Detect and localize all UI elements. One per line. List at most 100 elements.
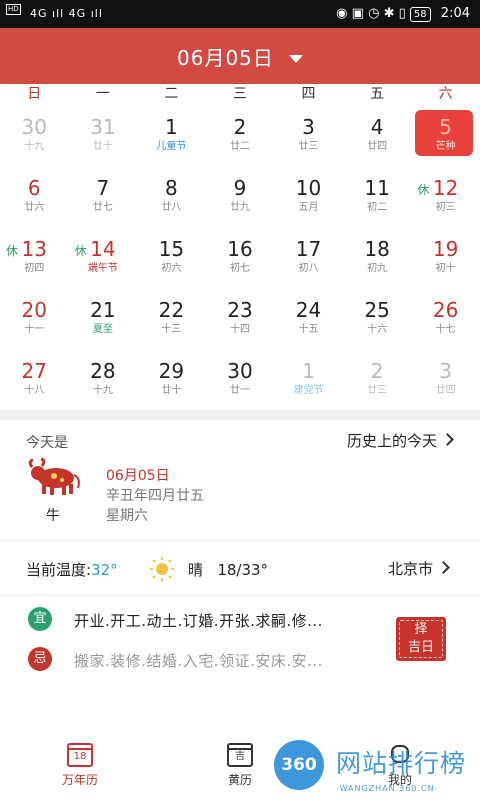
alarm-icon: ◷ bbox=[368, 6, 380, 21]
tab-calendar[interactable]: 18 万年历 bbox=[40, 743, 120, 788]
day-number: 25 bbox=[364, 298, 390, 322]
lunar-date: 初六 bbox=[161, 263, 182, 274]
weekday-label: 二 bbox=[164, 86, 179, 102]
history-today-label[interactable]: 历史上的今天 bbox=[347, 432, 437, 450]
day-number: 9 bbox=[233, 176, 247, 200]
calendar-day-cell[interactable]: 28 十九 bbox=[69, 352, 138, 413]
day-number: 1 bbox=[302, 359, 315, 383]
ji-text[interactable]: 搬家.装修.结婚.入宅.领证.安床.安... bbox=[74, 650, 323, 671]
calendar-day-cell[interactable]: 18 初九 bbox=[343, 230, 412, 291]
calendar-day-cell[interactable]: 31 廿十 bbox=[69, 108, 138, 169]
calendar-week-row: 休 13 初四休 14 端午节 15 初六 16 初七 17 初八 18 初九 19 初十 bbox=[0, 230, 480, 291]
holiday-rest-badge: 休 bbox=[74, 244, 87, 258]
calendar-day-cell[interactable]: 25 十六 bbox=[343, 291, 412, 352]
day-number: 1 bbox=[165, 115, 178, 139]
tab-almanac[interactable]: 吉 黄历 bbox=[200, 743, 280, 788]
calendar-day-cell[interactable]: 休 12 初三 bbox=[411, 169, 480, 230]
day-number: 30 bbox=[227, 359, 253, 383]
calendar-day-cell[interactable]: 3 廿三 bbox=[274, 108, 343, 169]
chevron-right-icon[interactable] bbox=[441, 433, 454, 446]
chevron-right-icon[interactable] bbox=[437, 561, 450, 574]
day-number: 15 bbox=[158, 237, 185, 261]
calendar-day-cell[interactable]: 3 廿四 bbox=[411, 352, 480, 413]
lunar-date: 廿六 bbox=[24, 202, 45, 213]
calendar-day-cell[interactable]: 21 夏至 bbox=[69, 291, 138, 352]
eye-icon: ◉ bbox=[336, 6, 348, 21]
chevron-down-icon[interactable] bbox=[289, 54, 303, 63]
calendar-day-cell[interactable]: 17 初八 bbox=[274, 230, 343, 291]
calendar-day-cell[interactable]: 6 廿六 bbox=[0, 169, 69, 230]
calendar-day-cell[interactable]: 2 廿二 bbox=[206, 108, 275, 169]
day-number: 20 bbox=[21, 298, 47, 322]
nfc-icon: ▣ bbox=[351, 6, 364, 21]
calendar-day-cell[interactable]: 11 初二 bbox=[343, 169, 412, 230]
calendar-day-cell[interactable]: 30 廿一 bbox=[206, 352, 275, 413]
calendar-day-cell[interactable]: 休 13 初四 bbox=[0, 230, 69, 291]
calendar-day-cell[interactable]: 30 十九 bbox=[0, 108, 69, 169]
almanac-icon: 吉 bbox=[227, 743, 253, 767]
month-header[interactable]: 06月05日 bbox=[0, 28, 480, 84]
yi-text[interactable]: 开业.开工.动土.订婚.开张.求嗣.修... bbox=[74, 610, 323, 631]
zeji-line1: 择 bbox=[414, 622, 428, 637]
lunar-date: 廿九 bbox=[229, 202, 250, 213]
day-number: 21 bbox=[90, 298, 116, 322]
lunar-date: 廿十 bbox=[161, 385, 182, 396]
zeji-line2: 吉日 bbox=[407, 640, 434, 655]
calendar-day-cell[interactable]: 16 初七 bbox=[206, 230, 275, 291]
choose-lucky-day-button[interactable]: 择 吉日 bbox=[396, 617, 446, 661]
calendar-day-cell[interactable]: 4 廿四 bbox=[343, 108, 412, 169]
calendar-day-cell[interactable]: 24 十五 bbox=[274, 291, 343, 352]
lunar-date: 建党节 bbox=[293, 385, 324, 396]
calendar-day-cell[interactable]: 8 廿八 bbox=[137, 169, 206, 230]
day-number: 7 bbox=[96, 176, 110, 200]
calendar-day-cell[interactable]: 20 十一 bbox=[0, 291, 69, 352]
calendar-day-cell[interactable]: 1 建党节 bbox=[274, 352, 343, 413]
lunar-date: 十三 bbox=[161, 324, 182, 335]
calendar-day-cell[interactable]: 7 廿七 bbox=[69, 169, 138, 230]
day-number: 18 bbox=[364, 237, 390, 261]
watermark: 360 网站排行榜 -WANGZHAN.360.CN- bbox=[272, 740, 480, 800]
today-date: 06月05日 bbox=[106, 468, 170, 484]
battery-indicator: 58 bbox=[409, 7, 431, 22]
day-number: 28 bbox=[90, 359, 116, 383]
lunar-date: 廿三 bbox=[367, 385, 388, 396]
weather-current: 当前温度:32° bbox=[26, 559, 118, 580]
today-heading: 今天是 bbox=[26, 435, 68, 451]
calendar-day-cell[interactable]: 2 廿三 bbox=[343, 352, 412, 413]
calendar-day-cell[interactable]: 15 初六 bbox=[137, 230, 206, 291]
lunar-date: 十八 bbox=[24, 385, 45, 396]
holiday-rest-badge: 休 bbox=[417, 183, 430, 197]
lunar-date: 十九 bbox=[92, 385, 113, 396]
history-today-link[interactable]: 历史上的今天 bbox=[347, 430, 454, 451]
status-right: ◉ ▣ ◷ ✱ ▯ 58 2:04 bbox=[336, 6, 470, 22]
lunar-date: 十四 bbox=[229, 324, 250, 335]
city-selector[interactable]: 北京市 bbox=[388, 558, 450, 579]
calendar-day-cell[interactable]: 27 十八 bbox=[0, 352, 69, 413]
calendar-week-row: 27 十八 28 十九 29 廿十 30 廿一 1 建党节 2 廿三 3 廿四 bbox=[0, 352, 480, 413]
calendar-day-cell[interactable]: 休 14 端午节 bbox=[69, 230, 138, 291]
calendar-day-cell[interactable]: 19 初十 bbox=[411, 230, 480, 291]
lunar-date: 初二 bbox=[367, 202, 388, 213]
lunar-date: 十七 bbox=[435, 324, 456, 335]
lunar-date: 廿十 bbox=[92, 141, 113, 152]
day-number: 16 bbox=[227, 237, 253, 261]
holiday-rest-badge: 休 bbox=[6, 244, 19, 258]
calendar-week-row: 30 十九 31 廿十 1 儿童节 2 廿二 3 廿三 4 廿四 5 芒种 bbox=[0, 108, 480, 169]
lunar-date: 廿四 bbox=[435, 385, 456, 396]
calendar-week-row: 20 十一 21 夏至 22 十三 23 十四 24 十五 25 十六 26 十七 bbox=[0, 291, 480, 352]
day-number: 8 bbox=[165, 176, 178, 200]
clock: 2:04 bbox=[440, 6, 470, 21]
calendar-day-cell[interactable]: 1 儿童节 bbox=[137, 108, 206, 169]
calendar-day-cell[interactable]: 22 十三 bbox=[137, 291, 206, 352]
day-number: 17 bbox=[295, 237, 322, 261]
day-number: 6 bbox=[27, 176, 41, 200]
city-name[interactable]: 北京市 bbox=[388, 560, 433, 578]
calendar-day-cell[interactable]: 10 五月 bbox=[274, 169, 343, 230]
calendar-day-cell[interactable]: 23 十四 bbox=[206, 291, 275, 352]
calendar-grid: 30 十九 31 廿十 1 儿童节 2 廿二 3 廿三 4 廿四 5 芒种 6 廿六 7 廿七 8 廿八 9 廿九 10 五月… bbox=[0, 108, 480, 413]
calendar-day-cell[interactable]: 29 廿十 bbox=[137, 352, 206, 413]
calendar-day-cell[interactable]: 26 十七 bbox=[411, 291, 480, 352]
date-title[interactable]: 06月05日 bbox=[177, 42, 274, 71]
calendar-day-cell[interactable]: 9 廿九 bbox=[206, 169, 275, 230]
calendar-day-cell[interactable]: 5 芒种 bbox=[411, 108, 480, 169]
